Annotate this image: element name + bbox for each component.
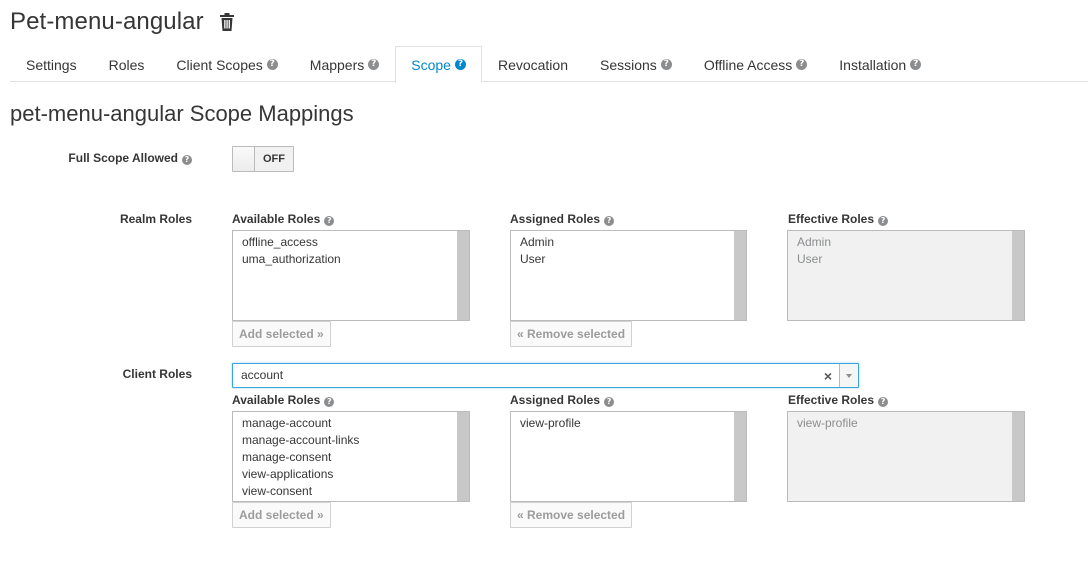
tab-mappers[interactable]: Mappers?: [294, 46, 395, 82]
tab-client-scopes[interactable]: Client Scopes?: [160, 46, 293, 82]
realm-available-role[interactable]: offline_access: [242, 234, 448, 251]
tab-label: Scope: [411, 56, 451, 73]
client-remove-selected-button[interactable]: « Remove selected: [510, 502, 633, 528]
tab-sessions[interactable]: Sessions?: [584, 46, 688, 82]
realm-assigned-role[interactable]: Admin: [520, 234, 725, 251]
help-icon: ?: [182, 155, 192, 165]
realm-available-roles-list[interactable]: offline_access uma_authorization: [232, 230, 470, 321]
full-scope-toggle[interactable]: OFF: [232, 146, 294, 172]
realm-assigned-roles-list[interactable]: Admin User: [510, 230, 747, 321]
realm-effective-role: User: [797, 252, 823, 266]
tab-roles[interactable]: Roles: [93, 46, 161, 82]
tab-label: Revocation: [497, 56, 568, 73]
page-title: Pet-menu-angular: [10, 8, 204, 35]
help-icon: ?: [454, 59, 466, 70]
section-title: pet-menu-angular Scope Mappings: [10, 101, 354, 126]
tab-offline-access[interactable]: Offline Access?: [688, 46, 823, 82]
tab-label: Settings: [26, 56, 77, 73]
tab-label: Roles: [108, 56, 145, 73]
realm-add-selected-button[interactable]: Add selected »: [232, 321, 331, 347]
client-roles-label: Client Roles: [122, 367, 192, 381]
client-available-role[interactable]: manage-account: [242, 415, 448, 432]
client-select[interactable]: account ×: [232, 363, 859, 388]
realm-roles-label: Realm Roles: [119, 212, 192, 226]
client-available-role[interactable]: manage-account-links: [242, 432, 448, 449]
client-select-value: account: [241, 368, 284, 382]
scrollbar[interactable]: [457, 231, 469, 320]
realm-assigned-heading: Assigned Roles?: [510, 212, 615, 226]
help-icon: ?: [878, 397, 889, 407]
client-available-role[interactable]: view-consent: [242, 483, 448, 500]
tab-scope[interactable]: Scope?: [395, 46, 482, 83]
title-row: Pet-menu-angular: [10, 8, 235, 36]
help-icon: ?: [796, 59, 808, 70]
realm-available-heading: Available Roles?: [232, 212, 335, 226]
tab-installation[interactable]: Installation?: [823, 46, 937, 82]
client-available-roles-list[interactable]: manage-account manage-account-links manage…: [232, 411, 470, 502]
client-available-role[interactable]: view-applications: [242, 466, 448, 483]
toggle-state: OFF: [255, 147, 293, 171]
client-effective-role: view-profile: [797, 416, 858, 430]
help-icon: ?: [266, 59, 278, 70]
scrollbar: [1012, 412, 1024, 501]
full-scope-label: Full Scope Allowed?: [68, 151, 192, 165]
client-available-role[interactable]: manage-consent: [242, 449, 448, 466]
help-icon: ?: [604, 216, 615, 226]
realm-effective-role: Admin: [797, 235, 832, 249]
client-assigned-roles-list[interactable]: view-profile: [510, 411, 747, 502]
realm-effective-roles-list: Admin User: [787, 230, 1025, 321]
scrollbar[interactable]: [734, 412, 746, 501]
help-icon: ?: [604, 397, 615, 407]
realm-assigned-role[interactable]: User: [520, 251, 725, 268]
client-effective-roles-list: view-profile: [787, 411, 1025, 502]
help-icon: ?: [660, 59, 672, 70]
client-assigned-heading: Assigned Roles?: [510, 393, 615, 407]
help-icon: ?: [324, 397, 335, 407]
scrollbar[interactable]: [457, 412, 469, 501]
client-add-selected-button[interactable]: Add selected »: [232, 502, 331, 528]
realm-available-role[interactable]: uma_authorization: [242, 251, 448, 268]
tab-settings[interactable]: Settings: [10, 46, 93, 82]
tab-label: Mappers: [309, 56, 365, 73]
scrollbar: [1012, 231, 1024, 320]
client-available-heading: Available Roles?: [232, 393, 335, 407]
realm-effective-heading: Effective Roles?: [788, 212, 889, 226]
scrollbar[interactable]: [734, 231, 746, 320]
toggle-knob: [233, 147, 255, 171]
help-icon: ?: [878, 216, 889, 226]
help-icon: ?: [910, 59, 922, 70]
tab-label: Sessions: [600, 56, 657, 73]
clear-icon[interactable]: ×: [824, 369, 832, 383]
realm-remove-selected-button[interactable]: « Remove selected: [510, 321, 633, 347]
trash-icon[interactable]: [219, 13, 235, 31]
chevron-down-icon[interactable]: [839, 364, 858, 387]
help-icon: ?: [324, 216, 335, 226]
client-assigned-role[interactable]: view-profile: [520, 415, 725, 432]
tab-label: Installation: [839, 56, 907, 73]
client-effective-heading: Effective Roles?: [788, 393, 889, 407]
tab-revocation[interactable]: Revocation: [482, 46, 584, 82]
tab-label: Client Scopes: [176, 56, 263, 73]
tab-label: Offline Access: [703, 56, 793, 73]
help-icon: ?: [368, 59, 380, 70]
tab-bar: Settings Roles Client Scopes? Mappers? Scope…: [10, 46, 1088, 83]
